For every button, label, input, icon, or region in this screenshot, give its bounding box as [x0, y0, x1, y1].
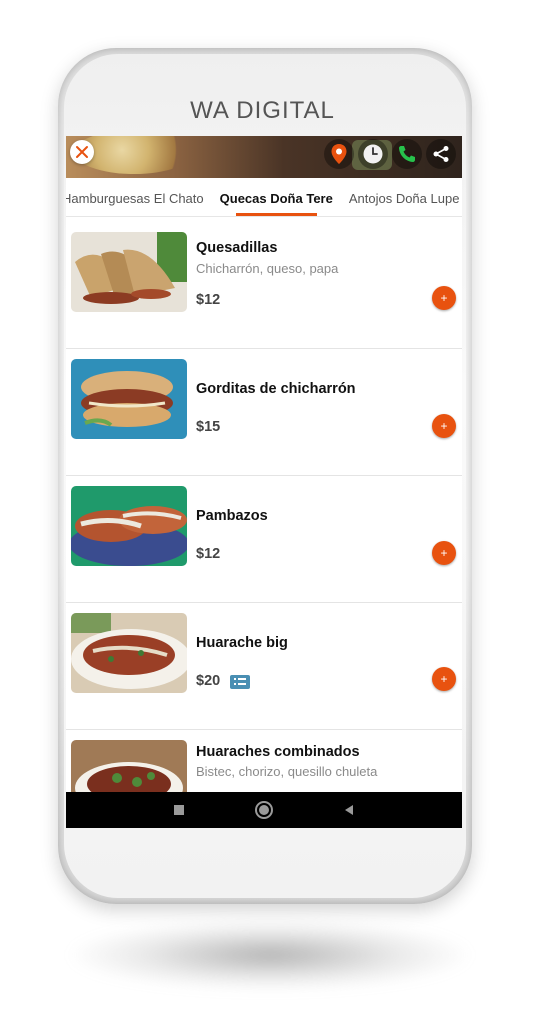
item-price: $15 [196, 419, 221, 435]
app-screen: Hamburguesas El Chato Quecas Doña Tere A… [66, 136, 462, 828]
category-tabs: Hamburguesas El Chato Quecas Doña Tere A… [66, 178, 462, 217]
tab-antojos[interactable]: Antojos Doña Lupe [341, 178, 462, 216]
home-circle-icon[interactable] [254, 800, 274, 820]
item-name: Quesadillas [196, 240, 278, 256]
clock-icon [363, 144, 383, 164]
menu-item[interactable]: Quesadillas Chicharrón, queso, papa $12 … [66, 222, 462, 349]
item-photo [71, 613, 187, 693]
restaurant-banner [66, 136, 462, 178]
add-to-cart-button[interactable]: + [432, 286, 456, 310]
item-info-badge[interactable] [230, 675, 250, 689]
menu-item[interactable]: Huarache big $20 + [66, 603, 462, 730]
add-to-cart-button[interactable]: + [432, 414, 456, 438]
menu-list: Quesadillas Chicharrón, queso, papa $12 … [66, 222, 462, 828]
item-price: $20 [196, 673, 221, 689]
phone-icon [399, 146, 415, 162]
header-actions [324, 139, 456, 169]
item-photo [71, 359, 187, 439]
recents-square-icon[interactable] [172, 803, 186, 817]
item-name: Gorditas de chicharrón [196, 381, 356, 397]
share-button[interactable] [426, 139, 456, 169]
item-description: Chicharrón, queso, papa [196, 261, 339, 276]
phone-floor-shadow [70, 920, 470, 990]
menu-item[interactable]: Pambazos $12 + [66, 476, 462, 603]
item-name: Huarache big [196, 635, 288, 651]
tab-quecas-active[interactable]: Quecas Doña Tere [212, 178, 341, 216]
call-button[interactable] [392, 139, 422, 169]
item-price: $12 [196, 546, 221, 562]
item-name: Huaraches combinados [196, 744, 360, 760]
menu-item[interactable]: Gorditas de chicharrón $15 + [66, 349, 462, 476]
item-photo [71, 232, 187, 312]
item-photo [71, 486, 187, 566]
tab-hamburguesas[interactable]: Hamburguesas El Chato [66, 178, 212, 216]
system-nav-bar [66, 792, 462, 828]
close-button[interactable] [70, 140, 94, 164]
add-to-cart-button[interactable]: + [432, 667, 456, 691]
item-description: Bistec, chorizo, quesillo chuleta [196, 764, 378, 779]
brand-label: WA DIGITAL [190, 97, 335, 124]
list-icon [234, 678, 246, 685]
item-name: Pambazos [196, 508, 268, 524]
map-pin-icon [331, 144, 347, 164]
back-triangle-icon[interactable] [342, 803, 356, 817]
close-icon [76, 146, 88, 158]
add-to-cart-button[interactable]: + [432, 541, 456, 565]
hours-button[interactable] [358, 139, 388, 169]
location-button[interactable] [324, 139, 354, 169]
item-price: $12 [196, 292, 221, 308]
share-icon [433, 146, 449, 162]
